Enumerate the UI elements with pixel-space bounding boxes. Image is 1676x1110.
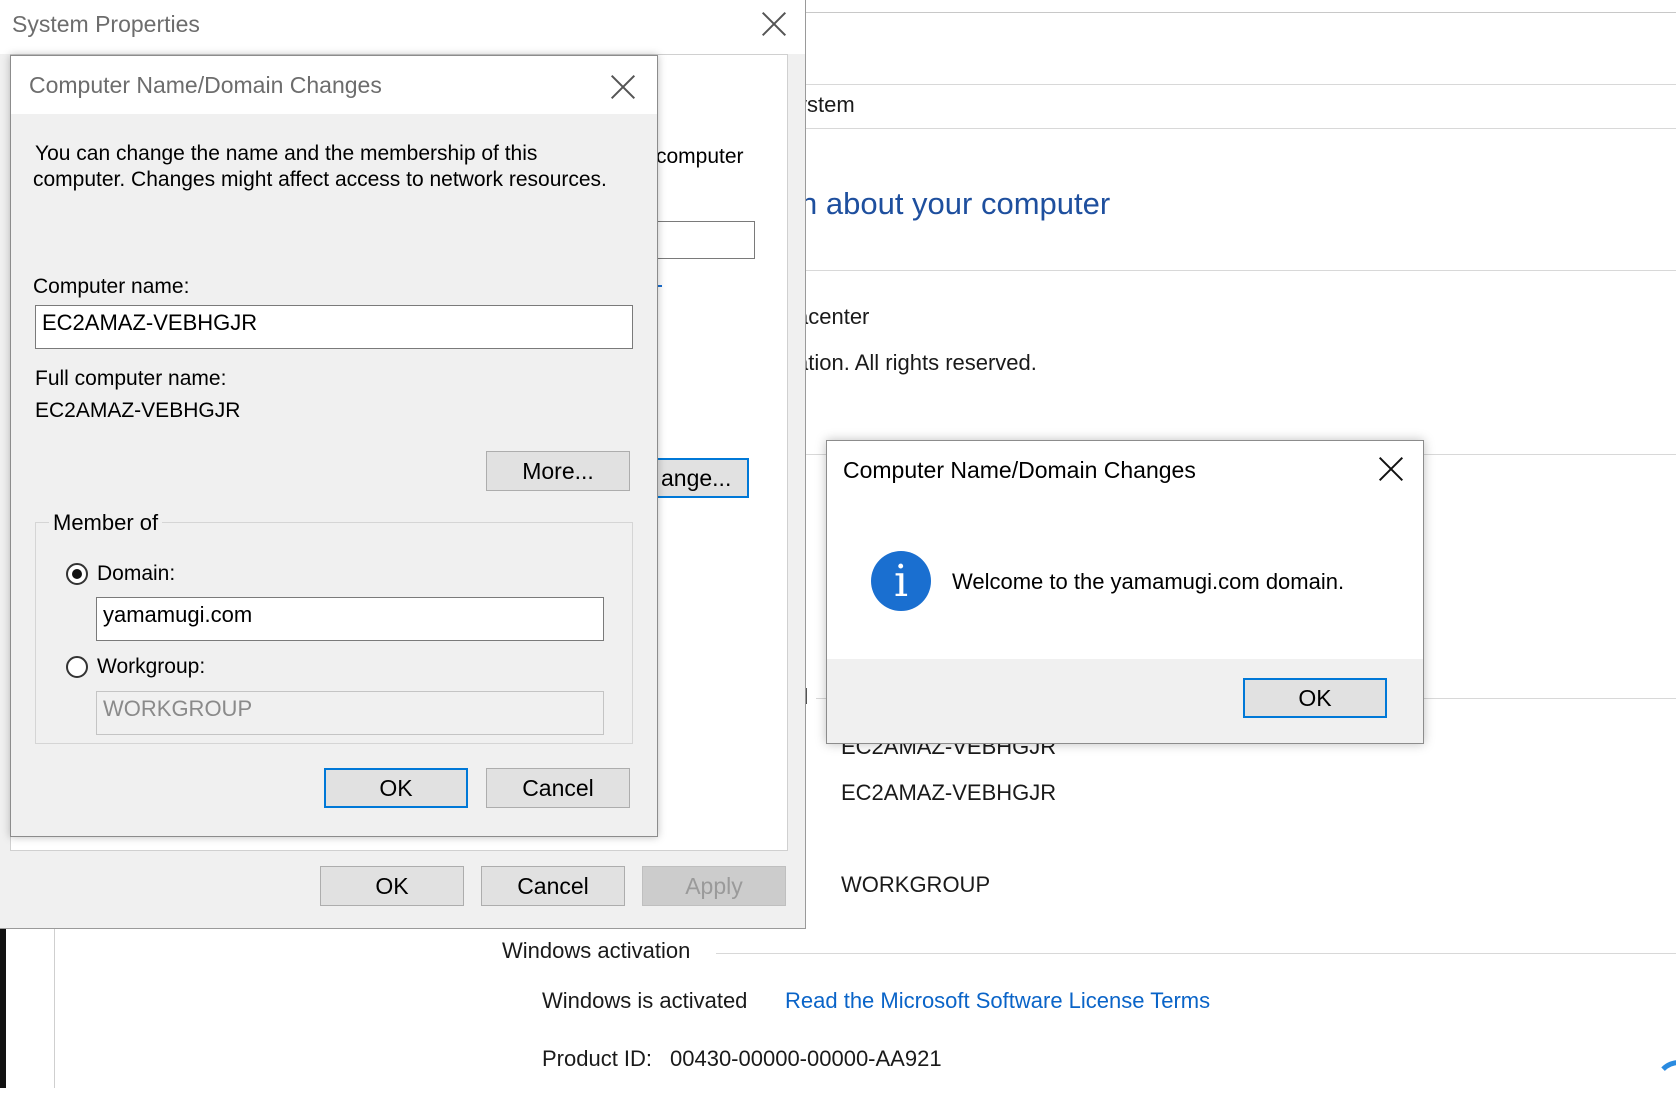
computer-name-dialog-title: Computer Name/Domain Changes: [29, 72, 382, 98]
edition-divider: [800, 270, 1676, 271]
welcome-message-dialog: Computer Name/Domain Changes i Welcome t…: [826, 440, 1424, 744]
window-top-border: [800, 12, 1676, 13]
workgroup-label: Workgroup:: [97, 655, 206, 678]
system-properties-apply-button[interactable]: Apply: [642, 866, 786, 906]
page-heading: n about your computer: [800, 186, 1111, 221]
workgroup-input[interactable]: WORKGROUP: [96, 691, 604, 735]
welcome-dialog-footer: OK: [827, 659, 1423, 743]
workgroup-value: WORKGROUP: [841, 872, 991, 897]
member-of-label: Member of: [49, 510, 163, 536]
name-dialog-cancel-button[interactable]: Cancel: [486, 768, 630, 808]
description-line-1: You can change the name and the membersh…: [35, 142, 538, 165]
computer-name-dialog-titlebar: Computer Name/Domain Changes: [11, 56, 657, 114]
product-id-value: 00430-00000-00000-AA921: [670, 1046, 942, 1071]
info-icon: i: [871, 551, 931, 611]
full-computer-name-label: Full computer name:: [35, 367, 227, 390]
system-properties-titlebar: System Properties: [0, 0, 805, 54]
close-icon[interactable]: [1373, 451, 1409, 487]
computer-name-domain-dialog: Computer Name/Domain Changes You can cha…: [10, 55, 658, 837]
system-properties-title: System Properties: [12, 11, 200, 37]
computer-name-label: Computer name:: [33, 275, 190, 298]
full-computer-name-value: EC2AMAZ-VEBHGJR: [841, 780, 1057, 805]
change-button[interactable]: ange...: [651, 458, 749, 498]
name-dialog-ok-button[interactable]: OK: [324, 768, 468, 808]
activation-status: Windows is activated: [542, 988, 748, 1013]
breadcrumb-bottom-divider: [800, 128, 1676, 129]
more-button[interactable]: More...: [486, 451, 630, 491]
close-icon[interactable]: [756, 6, 792, 42]
windows-activation-heading: Windows activation: [502, 938, 691, 963]
windows-edition: acenter: [796, 304, 870, 329]
description-line-2: computer. Changes might affect access to…: [33, 168, 607, 191]
left-panel-border: [54, 925, 55, 1088]
full-computer-name-value: EC2AMAZ-VEBHGJR: [35, 399, 241, 422]
welcome-message: Welcome to the yamamugi.com domain.: [952, 569, 1345, 594]
system-properties-cancel-button[interactable]: Cancel: [481, 866, 625, 906]
tab-description-fragment: computer: [656, 145, 744, 168]
workgroup-radio[interactable]: [66, 656, 88, 678]
computer-description-field[interactable]: [651, 221, 755, 259]
welcome-ok-button[interactable]: OK: [1243, 678, 1387, 718]
product-id-label: Product ID:: [542, 1046, 653, 1071]
copyright-text: ation. All rights reserved.: [796, 350, 1037, 375]
loading-spinner-icon: [1654, 1060, 1676, 1110]
close-icon[interactable]: [605, 69, 641, 105]
system-properties-ok-button[interactable]: OK: [320, 866, 464, 906]
domain-label: Domain:: [97, 562, 176, 585]
domain-input[interactable]: yamamugi.com: [96, 597, 604, 641]
license-terms-link[interactable]: Read the Microsoft Software License Term…: [785, 988, 1210, 1014]
welcome-dialog-title: Computer Name/Domain Changes: [843, 457, 1196, 483]
domain-radio[interactable]: [66, 563, 88, 585]
computer-name-input[interactable]: EC2AMAZ-VEBHGJR: [35, 305, 633, 349]
taskbar-edge: [0, 925, 6, 1088]
breadcrumb-top-divider: [800, 84, 1676, 85]
activation-divider: [716, 953, 1676, 954]
